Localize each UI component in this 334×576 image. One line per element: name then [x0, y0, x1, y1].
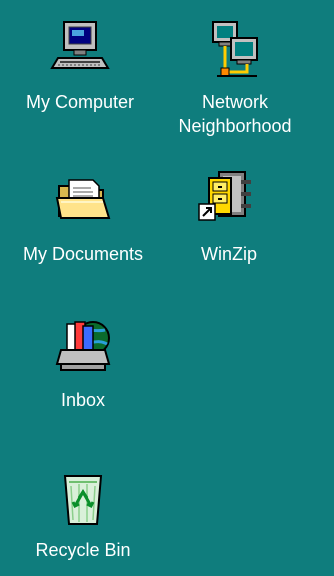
desktop-icon-label: Recycle Bin: [35, 540, 131, 560]
desktop-icon-my-documents[interactable]: My Documents: [8, 170, 158, 266]
desktop-icon-label: My Computer: [25, 92, 135, 112]
network-icon: [212, 21, 258, 77]
desktop-icon-recycle-bin[interactable]: Recycle Bin: [8, 466, 158, 562]
desktop-icon-my-computer[interactable]: My Computer: [5, 18, 155, 114]
desktop-icon-winzip[interactable]: WinZip: [154, 170, 304, 266]
computer-icon: [50, 21, 110, 69]
desktop-icon-label: Network Neighborhood: [178, 92, 292, 136]
desktop[interactable]: My Computer Network Neighborhood My Docu…: [0, 0, 334, 576]
desktop-icon-network-neighborhood[interactable]: Network Neighborhood: [160, 18, 310, 138]
desktop-icon-label: WinZip: [200, 244, 257, 264]
desktop-icon-inbox[interactable]: Inbox: [8, 316, 158, 412]
desktop-icon-label: My Documents: [22, 244, 144, 264]
desktop-icon-label: Inbox: [60, 390, 106, 410]
winzip-icon: [198, 171, 251, 221]
inbox-icon: [55, 321, 111, 371]
folder-documents-icon: [55, 179, 111, 219]
recycle-bin-icon: [63, 475, 103, 525]
